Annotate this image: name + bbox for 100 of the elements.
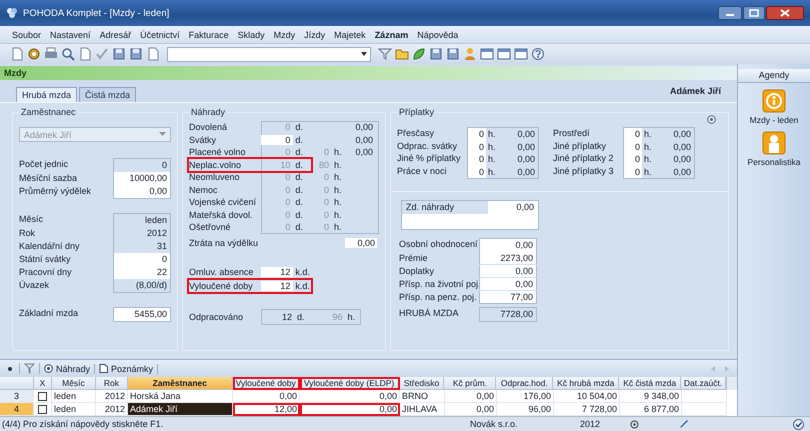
input-field[interactable]: 10000,00 — [113, 172, 171, 185]
menu-item[interactable]: Mzdy — [274, 30, 296, 40]
menu-item[interactable]: Soubor — [12, 30, 42, 40]
document-icon[interactable] — [146, 47, 160, 61]
window-icon[interactable] — [480, 47, 494, 61]
person-icon[interactable] — [762, 131, 786, 155]
table-cell: 12,00 — [233, 403, 300, 416]
column-header[interactable]: Středisko — [400, 377, 444, 390]
sidebar-item[interactable]: Mzdy - leden — [750, 115, 798, 125]
document-icon[interactable] — [78, 47, 92, 61]
input-field[interactable]: 0 — [468, 153, 486, 166]
menu-item[interactable]: Adresář — [100, 30, 132, 40]
window-icon[interactable] — [514, 47, 528, 61]
filter-icon[interactable] — [378, 47, 392, 61]
input-field[interactable]: 0 — [624, 128, 642, 140]
column-header[interactable]: Kč čistá mzda — [619, 377, 682, 390]
input-field[interactable]: 0,00 — [345, 238, 377, 248]
leaf-icon[interactable] — [412, 47, 426, 61]
input-field[interactable]: 0,00 — [479, 278, 537, 290]
circle-icon — [44, 364, 53, 373]
input-field[interactable]: 0 — [624, 166, 642, 178]
input-field[interactable]: 0,00 — [479, 264, 537, 277]
input-field[interactable]: 0 — [468, 140, 486, 153]
menu-item[interactable]: Fakturace — [188, 30, 229, 40]
input-field[interactable]: 12 — [261, 267, 294, 277]
tab[interactable]: Čistá mzda — [79, 87, 136, 102]
input-field[interactable]: 0 — [624, 140, 642, 153]
input-field[interactable]: 0 — [113, 253, 171, 266]
info-icon[interactable] — [762, 89, 786, 113]
column-header[interactable]: Kč prům. — [444, 377, 496, 390]
minimize-button[interactable] — [718, 6, 742, 20]
value-text: 0,00 — [673, 166, 692, 177]
field-label: Jiné příplatky 2 — [553, 152, 615, 164]
filter-icon[interactable] — [24, 363, 35, 374]
close-button[interactable] — [766, 6, 804, 20]
column-header[interactable]: Zaměstnanec — [128, 377, 233, 390]
folder-icon[interactable] — [395, 47, 409, 61]
row-number[interactable]: 3 — [0, 390, 34, 403]
help-icon[interactable] — [531, 47, 545, 61]
column-header[interactable]: Měsíc — [52, 377, 96, 390]
input-field[interactable]: 0 — [468, 128, 486, 140]
input-field[interactable]: 0 — [261, 134, 294, 145]
check-icon[interactable] — [95, 47, 109, 61]
value-text: 0,00 — [517, 154, 536, 164]
input-field[interactable]: 22 — [113, 266, 171, 279]
unit-text: h. — [487, 129, 496, 140]
menu-item[interactable]: Majetek — [334, 30, 366, 40]
unit-text: d. — [294, 160, 304, 170]
detail-tab[interactable]: Poznámky — [99, 364, 158, 374]
toolbar-combo-field[interactable] — [167, 46, 371, 62]
input-field[interactable]: 12 — [261, 281, 294, 291]
maximize-button[interactable] — [743, 6, 765, 20]
value-text: 80 — [318, 160, 330, 170]
field-label: Placené volno — [189, 147, 247, 158]
document-icon[interactable] — [10, 47, 24, 61]
column-header[interactable]: Dat.zaúčt. — [681, 377, 726, 390]
menu-item[interactable]: Jízdy — [304, 30, 326, 40]
column-header[interactable]: Rok — [96, 377, 128, 390]
input-field[interactable]: 2273,00 — [479, 252, 537, 264]
value-text: 0,00 — [673, 154, 692, 164]
sidebar-title: Agendy — [738, 69, 810, 83]
table-cell: Adámek Jiří — [128, 403, 233, 416]
menu-item[interactable]: Účetnictví — [140, 30, 180, 40]
circle-icon[interactable] — [707, 115, 716, 124]
column-header[interactable]: Odprac.hod. — [496, 377, 554, 390]
checkbox[interactable] — [38, 392, 47, 400]
caret-icon — [360, 50, 368, 58]
input-field[interactable]: 0,00 — [479, 238, 537, 252]
printer-icon[interactable] — [44, 47, 58, 61]
field-label: Zd. náhrady — [402, 201, 488, 214]
menu-item[interactable]: Sklady — [238, 30, 265, 40]
unit-text: h. — [346, 312, 356, 322]
value-text: 0,00 — [354, 122, 374, 132]
value-text: 12 — [280, 312, 293, 322]
input-field[interactable]: 77,00 — [479, 290, 537, 304]
tab[interactable]: Hrubá mzda — [16, 87, 78, 102]
column-header[interactable]: Vyloučené doby — [232, 377, 300, 390]
value-text: 0 — [322, 222, 330, 232]
row-number[interactable]: 4 — [0, 403, 34, 416]
column-header[interactable]: X — [34, 377, 52, 390]
scrollbar[interactable] — [726, 377, 738, 390]
detail-tab[interactable]: Náhrady — [44, 364, 96, 374]
value-text: 0 — [113, 158, 171, 172]
window-icon[interactable] — [497, 47, 511, 61]
magnifier-icon[interactable] — [61, 47, 75, 61]
input-field[interactable]: 0,00 — [113, 185, 171, 199]
input-field[interactable]: 0 — [468, 166, 486, 178]
menu-item[interactable]: Nastavení — [50, 30, 91, 40]
value-text: 0 — [284, 184, 292, 195]
column-header[interactable]: Kč hrubá mzda — [553, 377, 620, 390]
input-field[interactable]: 0 — [624, 153, 642, 166]
checkbox[interactable] — [38, 404, 47, 414]
column-header[interactable]: Vyloučené doby (ELDP) — [300, 377, 400, 390]
input-field[interactable]: 5455,00 — [113, 307, 171, 322]
menu-item[interactable]: Záznam — [374, 30, 408, 40]
value-text: 0 — [284, 172, 292, 182]
sidebar-item[interactable]: Personalistika — [748, 157, 800, 167]
field-label: Ztráta na výdělku — [189, 238, 260, 248]
status-text: (4/4) Pro získání nápovědy stiskněte F1. — [2, 419, 164, 429]
menu-item[interactable]: Nápověda — [417, 30, 458, 40]
